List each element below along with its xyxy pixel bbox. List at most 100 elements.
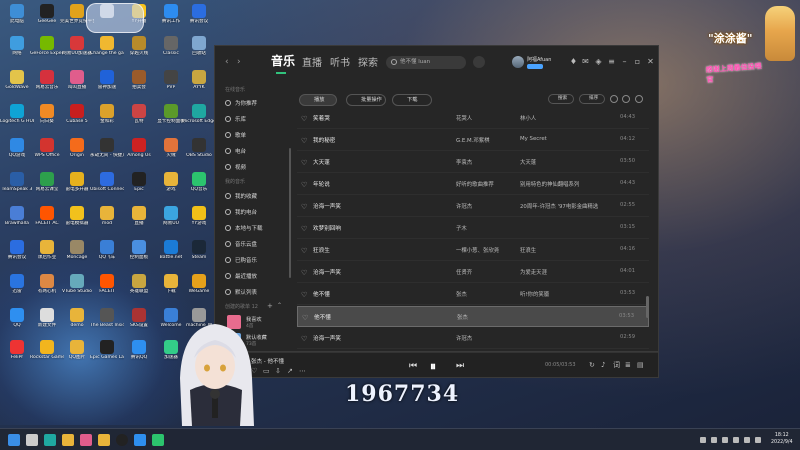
heart-icon[interactable]: ♡ bbox=[301, 225, 307, 233]
desktop-icon[interactable]: YY游戏 bbox=[184, 206, 214, 236]
lyrics-icon[interactable]: 词 bbox=[613, 362, 620, 369]
edge-icon[interactable] bbox=[44, 434, 56, 446]
song-row[interactable]: ♡ 沧海一声笑 任贤齐 为爱走天涯 04:01 bbox=[297, 262, 649, 283]
song-title[interactable]: 欢梦别回响 bbox=[313, 224, 341, 232]
desktop-icon[interactable]: 向日葵 bbox=[32, 104, 62, 134]
song-title[interactable]: 笑着哭 bbox=[313, 114, 330, 122]
qq-icon[interactable] bbox=[134, 434, 146, 446]
pause-button[interactable]: ⏸ bbox=[430, 359, 436, 374]
desktop-icon[interactable]: 雷神加速 bbox=[92, 70, 122, 100]
desktop-icon[interactable]: The Beast Inside bbox=[90, 308, 124, 338]
desktop-icon[interactable]: OBS Studio bbox=[184, 138, 214, 168]
heart-icon[interactable]: ♡ bbox=[301, 115, 307, 123]
desktop-icon[interactable]: GeForce Experience bbox=[30, 36, 64, 66]
vip-badge[interactable] bbox=[527, 64, 543, 69]
desktop-icon[interactable]: 火绒 bbox=[156, 138, 186, 168]
bell-icon[interactable] bbox=[635, 95, 643, 103]
avatar[interactable] bbox=[512, 56, 524, 68]
sidebar-item-library[interactable]: 乐库 bbox=[225, 113, 246, 124]
desktop-icon[interactable]: 网易云音乐 bbox=[32, 70, 62, 100]
desktop-icon[interactable]: WeGame bbox=[184, 274, 214, 304]
progress-track[interactable] bbox=[215, 352, 658, 353]
heart-icon[interactable]: ♡ bbox=[301, 291, 307, 299]
input-method-icon[interactable] bbox=[755, 437, 761, 443]
desktop-icon[interactable]: GoldWave bbox=[2, 70, 32, 100]
tab-live[interactable]: 直播 bbox=[302, 54, 322, 69]
song-row[interactable]: ♡ 欢梦别回响 子木 03:15 bbox=[297, 218, 649, 239]
desktop-icon[interactable]: 金和彩 bbox=[92, 104, 122, 134]
song-album[interactable]: 为爱走天涯 bbox=[520, 268, 547, 276]
desktop-icon[interactable]: Steam bbox=[184, 240, 214, 270]
desktop-icon[interactable]: 控制面板 bbox=[124, 240, 154, 270]
song-row[interactable]: ♡ 我的秘密 G.E.M.邓紫棋 My Secret 04:12 bbox=[297, 130, 649, 151]
song-row[interactable]: ♡ 狂浪生 一棵小葱、张欣尧 狂浪生 04:16 bbox=[297, 240, 649, 261]
song-title[interactable]: 沧海一声笑 bbox=[313, 268, 341, 276]
desktop-icon[interactable]: 瓦特 bbox=[124, 104, 154, 134]
song-singer[interactable]: 任贤齐 bbox=[456, 268, 472, 276]
desktop-icon[interactable]: Microsoft Edge bbox=[182, 104, 216, 134]
song-album[interactable]: 别用特色的神仙翻唱系列 bbox=[520, 180, 579, 188]
desktop-icon[interactable]: SKS设置 bbox=[124, 308, 154, 338]
sidebar-item-cloud[interactable]: 音乐云盘 bbox=[225, 238, 257, 249]
desktop-icon[interactable]: mod bbox=[92, 206, 122, 236]
sidebar-item-purchased[interactable]: 已购音乐 bbox=[225, 254, 257, 265]
desktop-icon[interactable]: Logitech G HUB bbox=[0, 104, 34, 134]
song-singer[interactable]: 李袁杰 bbox=[456, 158, 472, 166]
heart-icon[interactable]: ♡ bbox=[301, 159, 307, 167]
desktop-icon[interactable]: 新建文件 bbox=[32, 308, 62, 338]
desktop-icon[interactable]: QQ bbox=[2, 308, 32, 338]
download-button[interactable]: 下载 bbox=[392, 94, 432, 106]
desktop-icon[interactable]: Among Us bbox=[124, 138, 154, 168]
song-row[interactable]: ♡ 他不懂 张杰 03:53 bbox=[297, 306, 649, 327]
desktop-icon[interactable]: 腾讯QQ bbox=[124, 340, 154, 370]
desktop-icon[interactable]: 直播 bbox=[124, 206, 154, 236]
desktop-icon[interactable]: Classic bbox=[156, 36, 186, 66]
desktop-icon[interactable]: 游戏 bbox=[156, 172, 186, 202]
song-singer[interactable]: 好听的歌曲推荐 bbox=[456, 180, 494, 188]
desktop-icon[interactable]: AYYK bbox=[184, 70, 214, 100]
sidebar-item-recommend[interactable]: 为你推荐 bbox=[225, 97, 257, 108]
skin-icon[interactable]: ◈ bbox=[594, 57, 603, 66]
desktop-icon[interactable]: 迅雷 bbox=[2, 274, 32, 304]
app-icon[interactable] bbox=[80, 434, 92, 446]
desktop-icon[interactable]: TeamSpeak 3 bbox=[2, 172, 32, 202]
song-row[interactable]: ♡ 沧海一声笑 许冠杰 20周年-许冠杰 '97电影金曲精选 02:55 bbox=[297, 196, 649, 217]
desktop-icon[interactable]: Epic Games Launcher bbox=[90, 340, 124, 370]
batch-button[interactable]: 批量操作 bbox=[346, 94, 386, 106]
song-title[interactable]: 我的秘密 bbox=[313, 136, 335, 144]
folder-icon[interactable] bbox=[98, 434, 110, 446]
desktop-icon[interactable]: 英雄联盟 bbox=[124, 274, 154, 304]
heart-icon[interactable]: ♡ bbox=[301, 269, 307, 277]
desktop-icon[interactable]: 腾讯会议 bbox=[2, 240, 32, 270]
desktop-icon[interactable]: Cubase 5 bbox=[62, 104, 92, 134]
clock[interactable]: 18:12 2022/9/4 bbox=[771, 433, 793, 446]
sidebar-item-favorites[interactable]: 我的收藏 bbox=[225, 190, 257, 201]
heart-icon[interactable]: ♡ bbox=[301, 137, 307, 145]
sidebar-item-local[interactable]: 本地与下载 bbox=[225, 222, 263, 233]
desktop-icon[interactable]: 有两心机 bbox=[32, 274, 62, 304]
explorer-icon[interactable] bbox=[62, 434, 74, 446]
desktop-icon[interactable]: QQ游戏 bbox=[2, 138, 32, 168]
desktop-icon[interactable]: QQ音乐 bbox=[184, 172, 214, 202]
desktop-icon[interactable]: demo bbox=[62, 308, 92, 338]
song-list-scrollbar[interactable] bbox=[646, 296, 649, 318]
desktop-icon[interactable]: 穿越火线 bbox=[124, 36, 154, 66]
desktop-icon[interactable]: 腾讯会议 bbox=[184, 4, 214, 34]
heart-icon[interactable]: ♡ bbox=[301, 247, 307, 255]
battery-icon[interactable] bbox=[744, 437, 750, 443]
sidebar-scrollbar[interactable] bbox=[289, 148, 291, 278]
desktop-icon[interactable]: FeliPr bbox=[2, 340, 32, 370]
song-title[interactable]: 他不懂 bbox=[313, 290, 330, 298]
tray-icon[interactable] bbox=[711, 437, 717, 443]
user-name[interactable]: 阿福Afuan bbox=[527, 56, 551, 63]
desktop-icon[interactable]: 叫叫直播 bbox=[62, 70, 92, 100]
song-title[interactable]: 大天蓬 bbox=[313, 158, 330, 166]
desktop-icon[interactable]: Ubisoft Connect bbox=[90, 172, 124, 202]
voice-search-icon[interactable] bbox=[473, 56, 485, 68]
add-playlist-icon[interactable]: + bbox=[267, 302, 273, 310]
desktop-icon[interactable]: Origin bbox=[62, 138, 92, 168]
next-button[interactable]: ⏭ bbox=[456, 361, 464, 371]
heart-icon[interactable]: ♡ bbox=[301, 181, 307, 189]
heart-icon[interactable]: ♡ bbox=[301, 203, 307, 211]
song-singer[interactable]: 花哭人 bbox=[456, 114, 472, 122]
